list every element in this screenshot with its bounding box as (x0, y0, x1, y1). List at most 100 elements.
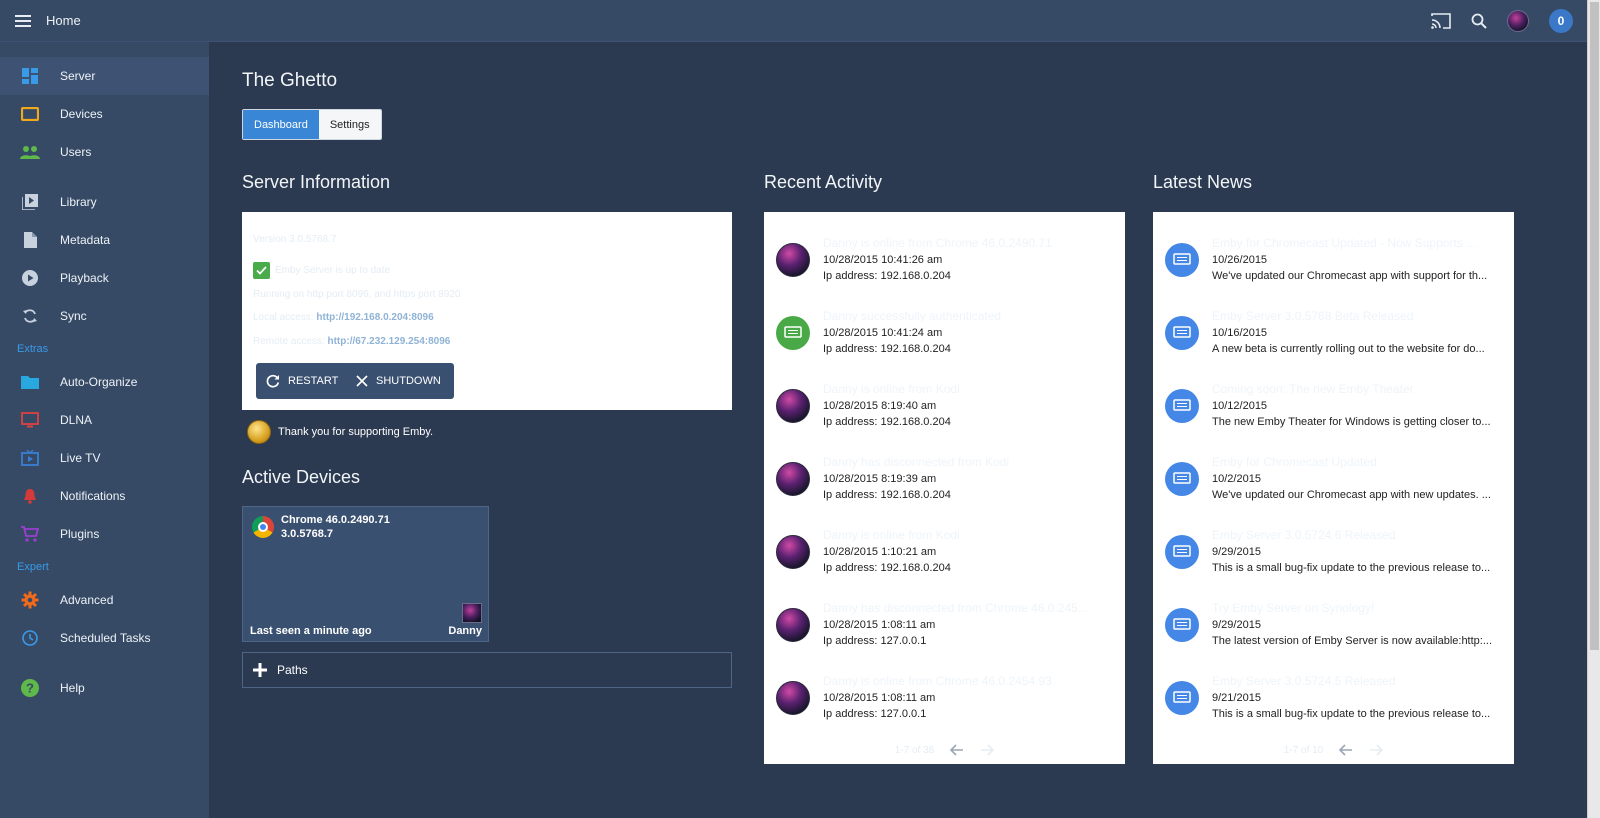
news-item[interactable]: Emby Server 3.0.5724.6 Released 9/29/201… (1165, 524, 1502, 584)
news-summary: This is a small bug-fix update to the pr… (1212, 562, 1491, 574)
sidebar-item-auto-organize[interactable]: Auto-Organize (0, 363, 209, 401)
sidebar-item-notifications[interactable]: Notifications (0, 477, 209, 515)
sidebar-item-scheduled-tasks[interactable]: Scheduled Tasks (0, 619, 209, 657)
sidebar-item-library[interactable]: Library (0, 183, 209, 221)
sidebar-item-server[interactable]: Server (0, 57, 209, 95)
sidebar-item-advanced[interactable]: Advanced (0, 581, 209, 619)
news-title: Emby for Chromecast Updated - Now Suppor… (1212, 236, 1477, 250)
news-summary: A new beta is currently rolling out to t… (1212, 343, 1485, 355)
page-scrollbar[interactable] (1587, 0, 1600, 818)
scrollbar-thumb[interactable] (1590, 2, 1599, 650)
activity-time: 10/28/2015 8:19:40 am (823, 400, 937, 412)
user-avatar[interactable] (1507, 9, 1529, 32)
user-avatar (776, 608, 810, 642)
active-device-card[interactable]: Chrome 46.0.2490.71 3.0.5768.7 Last seen… (242, 506, 489, 642)
sidebar-item-label: Library (60, 195, 97, 209)
activity-title: Danny is online from Chrome 46.0.2490.71 (823, 236, 1052, 250)
remote-access-link[interactable]: http://67.232.129.254:8096 (327, 336, 450, 347)
menu-button[interactable] (2, 14, 46, 28)
sync-icon (20, 306, 40, 326)
notification-count-badge[interactable]: 0 (1549, 8, 1573, 33)
page-title: The Ghetto (242, 70, 338, 91)
sidebar-item-live-tv[interactable]: Live TV (0, 439, 209, 477)
sidebar-item-label: DLNA (60, 413, 93, 427)
news-date: 9/21/2015 (1212, 692, 1261, 704)
arrow-left-icon[interactable] (950, 744, 964, 756)
news-date: 10/16/2015 (1212, 327, 1268, 339)
news-title: Coming soon: The new Emby Theater (1212, 382, 1414, 396)
news-item[interactable]: Emby Server 3.0.5768 Beta Released 10/16… (1165, 305, 1502, 365)
sidebar-item-users[interactable]: Users (0, 133, 209, 171)
sidebar-section-extras: Extras (17, 343, 49, 355)
news-item[interactable]: Try Emby Server on Synology! 9/29/2015 T… (1165, 597, 1502, 657)
view-tabs: Dashboard Settings (242, 109, 382, 140)
news-item[interactable]: Emby Server 3.0.5724.5 Released 9/21/201… (1165, 670, 1502, 730)
sidebar-item-label: Live TV (60, 451, 101, 465)
activity-detail: Ip address: 192.168.0.204 (823, 270, 951, 282)
restart-label: RESTART (288, 375, 339, 387)
activity-item[interactable]: Danny is online from Kodi 10/28/2015 1:1… (776, 524, 1113, 584)
sidebar-item-playback[interactable]: Playback (0, 259, 209, 297)
shutdown-button[interactable]: SHUTDOWN (346, 363, 454, 399)
sidebar-item-label: Notifications (60, 489, 126, 503)
help-icon: ? (20, 678, 40, 698)
sidebar-item-metadata[interactable]: Metadata (0, 221, 209, 259)
tab-settings[interactable]: Settings (318, 110, 381, 139)
sidebar-item-devices[interactable]: Devices (0, 95, 209, 133)
activity-detail: Ip address: 127.0.0.1 (823, 635, 927, 647)
refresh-icon (266, 374, 280, 388)
local-access: Local access: http://192.168.0.204:8096 (253, 312, 434, 323)
sidebar-item-sync[interactable]: Sync (0, 297, 209, 335)
user-avatar (776, 535, 810, 569)
activity-time: 10/28/2015 1:08:11 am (823, 692, 936, 704)
activity-item[interactable]: Danny successfully authenticated 10/28/2… (776, 305, 1113, 365)
top-bar: Home 0 (0, 0, 1587, 42)
remote-access: Remote access: http://67.232.129.254:809… (253, 336, 450, 347)
sidebar-item-help[interactable]: ? Help (0, 669, 209, 707)
news-item[interactable]: Emby for Chromecast Updated 10/2/2015 We… (1165, 451, 1502, 511)
news-date: 10/12/2015 (1212, 400, 1268, 412)
message-icon (776, 316, 810, 350)
tab-dashboard[interactable]: Dashboard (243, 110, 319, 139)
sidebar-item-plugins[interactable]: Plugins (0, 515, 209, 553)
activity-title: Danny has disconnected from Chrome 46.0.… (823, 601, 1088, 615)
arrow-right-icon[interactable] (980, 744, 995, 756)
news-pager-count: 1-7 of 10 (1283, 744, 1324, 756)
activity-detail: Ip address: 192.168.0.204 (823, 343, 951, 355)
arrow-left-icon[interactable] (1339, 744, 1353, 756)
activity-item[interactable]: Danny has disconnected from Chrome 46.0.… (776, 597, 1113, 657)
search-icon[interactable] (1471, 13, 1487, 29)
arrow-right-icon[interactable] (1369, 744, 1384, 756)
tv-icon (20, 410, 40, 430)
activity-title: Danny successfully authenticated (823, 309, 1002, 323)
paths-expander[interactable]: Paths (242, 652, 732, 688)
sidebar-item-label: Playback (60, 271, 109, 285)
news-title: Emby for Chromecast Updated (1212, 455, 1377, 469)
news-icon (1165, 535, 1199, 569)
device-name: Chrome 46.0.2490.71 (281, 514, 390, 526)
sidebar-section-expert: Expert (17, 561, 49, 573)
gear-icon (20, 590, 40, 610)
activity-time: 10/28/2015 10:41:24 am (823, 327, 943, 339)
cast-icon[interactable] (1431, 12, 1451, 29)
activity-item[interactable]: Danny is online from Chrome 46.0.2490.71… (776, 232, 1113, 292)
activity-item[interactable]: Danny has disconnected from Kodi 10/28/2… (776, 451, 1113, 511)
news-date: 9/29/2015 (1212, 546, 1261, 558)
activity-pager-count: 1-7 of 38 (894, 744, 935, 756)
news-item[interactable]: Emby for Chromecast Updated - Now Suppor… (1165, 232, 1502, 292)
shutdown-label: SHUTDOWN (376, 375, 441, 387)
activity-item[interactable]: Danny is online from Chrome 46.0.2454.93… (776, 670, 1113, 730)
user-avatar (776, 389, 810, 423)
news-date: 10/2/2015 (1212, 473, 1261, 485)
sidebar-item-dlna[interactable]: DLNA (0, 401, 209, 439)
paths-label: Paths (277, 663, 308, 677)
news-item[interactable]: Coming soon: The new Emby Theater 10/12/… (1165, 378, 1502, 438)
activity-detail: Ip address: 127.0.0.1 (823, 708, 927, 720)
sidebar-item-label: Metadata (60, 233, 111, 247)
recent-activity-card: Danny is online from Chrome 46.0.2490.71… (764, 212, 1125, 764)
restart-button[interactable]: RESTART (256, 363, 352, 399)
activity-item[interactable]: Danny is online from Kodi 10/28/2015 8:1… (776, 378, 1113, 438)
local-access-link[interactable]: http://192.168.0.204:8096 (316, 312, 433, 323)
folder-icon (20, 372, 40, 392)
news-summary: We've updated our Chromecast app with ne… (1212, 489, 1491, 501)
